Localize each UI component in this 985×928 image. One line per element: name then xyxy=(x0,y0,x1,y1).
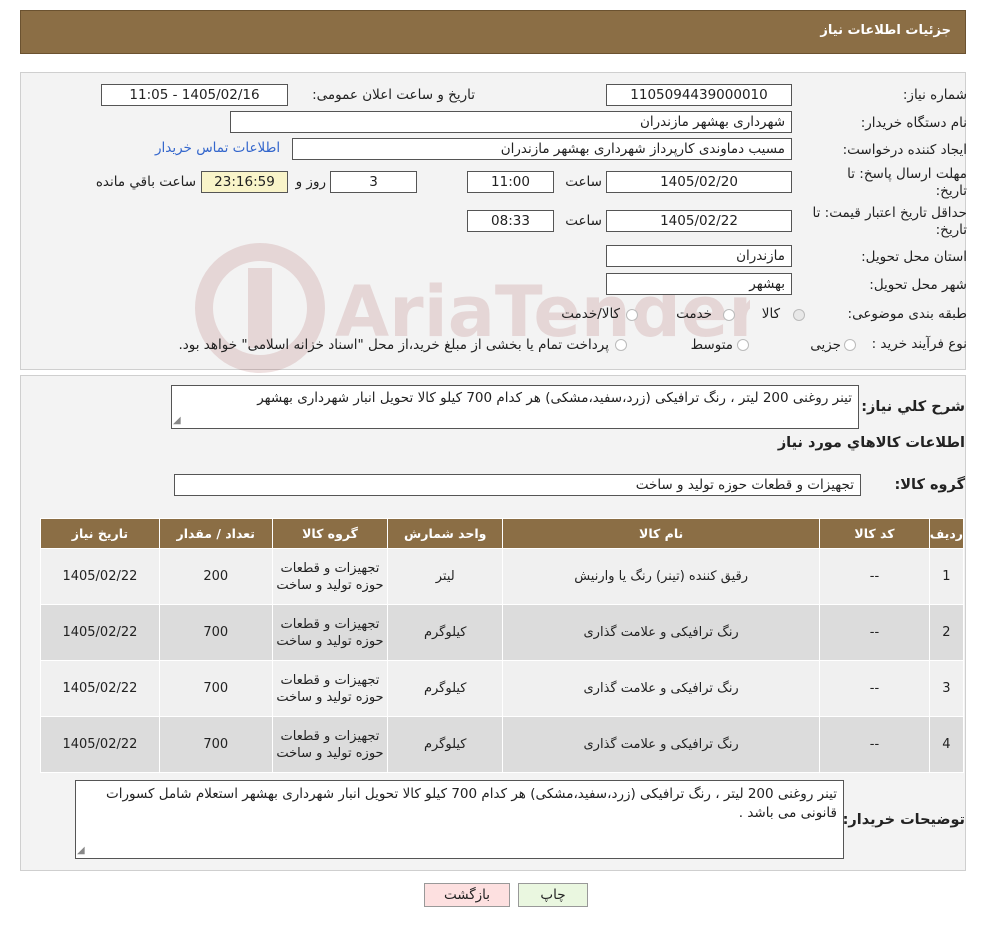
goods-table: ردیف کد کالا نام کالا واحد شمارش گروه کا… xyxy=(40,518,965,773)
table-header-row: ردیف کد کالا نام کالا واحد شمارش گروه کا… xyxy=(40,518,965,549)
deadline-date-field: 1405/02/20 xyxy=(606,171,792,193)
buyer-notes-textarea[interactable]: تینر روغنی 200 لیتر ، رنگ ترافیکی (زرد،س… xyxy=(75,780,844,859)
category-service-label: خدمت xyxy=(676,306,712,322)
deadline-label: مهلت ارسال پاسخ: تا تاریخ: xyxy=(847,166,967,199)
cell-code: -- xyxy=(819,548,930,605)
creator-field: مسیب دماوندی کارپرداز شهرداری بهشهر مازن… xyxy=(292,138,792,160)
validity-time-label: ساعت xyxy=(565,213,602,229)
cell-name: رنگ ترافیکی و علامت گذاری xyxy=(502,604,821,661)
category-goods-service-label: کالا/خدمت xyxy=(561,306,620,322)
deadline-time-field: 11:00 xyxy=(467,171,554,193)
goods-group-label: گروه کالا: xyxy=(894,477,965,493)
col-header-unit: واحد شمارش xyxy=(387,518,504,549)
creator-label: ایجاد کننده درخواست: xyxy=(842,142,967,158)
cell-unit: لیتر xyxy=(387,548,504,605)
table-row: 3 -- رنگ ترافیکی و علامت گذاری کیلوگرم ت… xyxy=(40,660,965,717)
page-header: جزئیات اطلاعات نیاز xyxy=(20,10,966,54)
category-goods-radio[interactable] xyxy=(793,309,805,321)
province-field: مازندران xyxy=(606,245,792,267)
table-row: 2 -- رنگ ترافیکی و علامت گذاری کیلوگرم ت… xyxy=(40,604,965,661)
cell-group: تجهیزات و قطعات حوزه تولید و ساخت xyxy=(271,660,389,717)
cell-group: تجهیزات و قطعات حوزه تولید و ساخت xyxy=(271,548,389,605)
remaining-label: ساعت باقي مانده xyxy=(95,174,196,190)
col-header-date: تاریخ نیاز xyxy=(40,518,160,549)
announce-datetime-field: 1405/02/16 - 11:05 xyxy=(101,84,288,106)
summary-label: شرح کلي نياز: xyxy=(861,399,965,415)
cell-unit: کیلوگرم xyxy=(387,604,504,661)
process-minor-radio[interactable] xyxy=(844,339,856,351)
table-row: 1 -- رقیق کننده (تینر) رنگ یا وارنیش لیت… xyxy=(40,548,965,605)
cell-code: -- xyxy=(819,660,930,717)
cell-code: -- xyxy=(819,716,930,773)
remaining-days-field: 3 xyxy=(330,171,417,193)
col-header-name: نام کالا xyxy=(502,518,821,549)
province-label: استان محل تحویل: xyxy=(861,249,967,265)
city-field: بهشهر xyxy=(606,273,792,295)
need-number-field: 1105094439000010 xyxy=(606,84,792,106)
process-medium-radio[interactable] xyxy=(737,339,749,351)
buyer-org-field: شهرداری بهشهر مازندران xyxy=(230,111,792,133)
col-header-row-number: ردیف xyxy=(928,518,965,549)
city-label: شهر محل تحویل: xyxy=(869,277,967,293)
cell-date: 1405/02/22 xyxy=(40,716,160,773)
cell-name: رنگ ترافیکی و علامت گذاری xyxy=(502,660,821,717)
cell-quantity: 700 xyxy=(158,716,273,773)
cell-group: تجهیزات و قطعات حوزه تولید و ساخت xyxy=(271,604,389,661)
cell-row-number: 3 xyxy=(928,660,965,717)
col-header-code: کد کالا xyxy=(819,518,930,549)
notes-resize-handle-icon[interactable]: ◢ xyxy=(77,845,85,856)
validity-date-field: 1405/02/22 xyxy=(606,210,792,232)
buyer-contact-link[interactable]: اطلاعات تماس خریدار xyxy=(155,140,280,156)
table-row: 4 -- رنگ ترافیکی و علامت گذاری کیلوگرم ت… xyxy=(40,716,965,773)
announce-label: تاریخ و ساعت اعلان عمومی: xyxy=(312,87,475,103)
cell-name: رنگ ترافیکی و علامت گذاری xyxy=(502,716,821,773)
col-header-quantity: تعداد / مقدار xyxy=(158,518,273,549)
process-treasury-checkbox[interactable] xyxy=(615,339,627,351)
resize-handle-icon[interactable]: ◢ xyxy=(173,415,181,426)
category-goods-label: کالا xyxy=(761,306,780,322)
cell-unit: کیلوگرم xyxy=(387,660,504,717)
days-label: روز و xyxy=(295,174,326,190)
cell-quantity: 700 xyxy=(158,604,273,661)
deadline-time-label: ساعت xyxy=(565,174,602,190)
page-title: جزئیات اطلاعات نیاز xyxy=(820,23,951,38)
cell-row-number: 4 xyxy=(928,716,965,773)
cell-quantity: 700 xyxy=(158,660,273,717)
category-goods-service-radio[interactable] xyxy=(626,309,638,321)
validity-time-field: 08:33 xyxy=(467,210,554,232)
cell-row-number: 1 xyxy=(928,548,965,605)
process-note: پرداخت تمام یا بخشی از مبلغ خرید،از محل … xyxy=(178,337,609,353)
validity-label: حداقل تاریخ اعتبار قیمت: تا تاریخ: xyxy=(812,205,967,238)
category-label: طبقه بندی موضوعی: xyxy=(847,306,967,322)
need-number-label: شماره نیاز: xyxy=(902,87,967,103)
process-minor-label: جزیی xyxy=(810,337,841,353)
cell-date: 1405/02/22 xyxy=(40,604,160,661)
buyer-org-label: نام دستگاه خریدار: xyxy=(860,115,967,131)
cell-row-number: 2 xyxy=(928,604,965,661)
col-header-group: گروه کالا xyxy=(271,518,389,549)
cell-date: 1405/02/22 xyxy=(40,660,160,717)
process-medium-label: متوسط xyxy=(690,337,733,353)
buyer-notes-label: توضیحات خریدار: xyxy=(842,812,965,828)
cell-name: رقیق کننده (تینر) رنگ یا وارنیش xyxy=(502,548,821,605)
goods-group-field: تجهیزات و قطعات حوزه تولید و ساخت xyxy=(174,474,861,496)
back-button[interactable]: بازگشت xyxy=(424,883,510,907)
print-button[interactable]: چاپ xyxy=(518,883,588,907)
remaining-time-field: 23:16:59 xyxy=(201,171,288,193)
cell-date: 1405/02/22 xyxy=(40,548,160,605)
process-label: نوع فرآیند خرید : xyxy=(871,336,967,352)
category-service-radio[interactable] xyxy=(723,309,735,321)
summary-textarea[interactable]: تینر روغنی 200 لیتر ، رنگ ترافیکی (زرد،س… xyxy=(171,385,859,429)
cell-group: تجهیزات و قطعات حوزه تولید و ساخت xyxy=(271,716,389,773)
goods-info-title: اطلاعات کالاهاي مورد نياز xyxy=(777,435,965,451)
cell-code: -- xyxy=(819,604,930,661)
cell-unit: کیلوگرم xyxy=(387,716,504,773)
cell-quantity: 200 xyxy=(158,548,273,605)
